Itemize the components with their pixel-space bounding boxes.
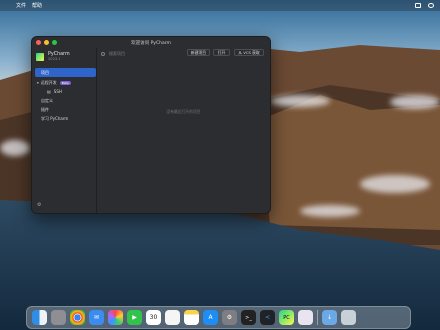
zoom-window-button[interactable] xyxy=(52,40,57,45)
menu-help[interactable]: 帮助 xyxy=(32,2,42,9)
window-titlebar[interactable]: 欢迎访问 PyCharm xyxy=(32,37,270,48)
vscode-icon[interactable]: ≺ xyxy=(260,310,275,325)
main-panel: 搜索项目 新建项目 打开 从 VCS 获取 没有最近打开的项目 xyxy=(97,48,270,213)
close-window-button[interactable] xyxy=(36,40,41,45)
trash-icon[interactable] xyxy=(341,310,356,325)
terminal-icon[interactable]: >_ xyxy=(241,310,256,325)
control-center-icon[interactable] xyxy=(415,3,421,8)
pycharm-logo-icon xyxy=(36,52,44,61)
mail-icon[interactable]: ✉ xyxy=(89,310,104,325)
nav-projects[interactable]: 项目 xyxy=(35,68,96,77)
system-preferences-icon[interactable]: ⚙ xyxy=(222,310,237,325)
preview-icon[interactable] xyxy=(298,310,313,325)
downloads-icon[interactable]: ↓ xyxy=(322,310,337,325)
pycharm-icon[interactable]: PC xyxy=(279,310,294,325)
notes-icon[interactable] xyxy=(184,310,199,325)
siri-icon[interactable] xyxy=(428,3,434,8)
gear-icon[interactable]: ⚙ xyxy=(37,202,41,208)
menu-bar: 文件 帮助 xyxy=(0,0,440,11)
search-icon xyxy=(101,51,105,56)
calendar-day: 30 xyxy=(149,314,158,321)
product-version: 2023.1 xyxy=(48,57,61,61)
window-title: 欢迎访问 PyCharm xyxy=(131,40,171,46)
reminders-icon[interactable] xyxy=(165,310,180,325)
facetime-icon[interactable]: ▶ xyxy=(127,310,142,325)
beta-badge: Beta xyxy=(59,80,71,85)
chrome-icon[interactable] xyxy=(70,310,85,325)
nav-ssh-label: SSH xyxy=(53,89,62,94)
nav-projects-label: 项目 xyxy=(41,69,49,75)
dock-separator xyxy=(317,310,318,325)
ssh-icon: ▤ xyxy=(47,89,51,94)
nav-plugins[interactable]: 插件 xyxy=(35,105,96,114)
new-project-button[interactable]: 新建项目 xyxy=(187,49,210,56)
search-placeholder: 搜索项目 xyxy=(109,50,125,56)
launchpad-icon[interactable] xyxy=(51,310,66,325)
pycharm-welcome-window: 欢迎访问 PyCharm PyCharm 2023.1 项目 ▾ 远程开发 Be… xyxy=(31,36,271,214)
photos-icon[interactable] xyxy=(108,310,123,325)
nav-ssh[interactable]: ▤ SSH xyxy=(35,87,96,96)
nav-customize[interactable]: 自定义 xyxy=(35,96,96,105)
get-from-vcs-button[interactable]: 从 VCS 获取 xyxy=(234,49,264,56)
search-input[interactable]: 搜索项目 xyxy=(101,49,181,58)
calendar-icon[interactable]: 30 xyxy=(146,310,161,325)
sidebar: PyCharm 2023.1 项目 ▾ 远程开发 Beta ▤ SSH 自定义 … xyxy=(32,48,97,213)
nav-plugins-label: 插件 xyxy=(41,106,49,112)
dock: ✉ ▶ 30 A ⚙ >_ ≺ PC ↓ xyxy=(26,306,411,329)
menu-file[interactable]: 文件 xyxy=(16,2,26,9)
minimize-window-button[interactable] xyxy=(44,40,49,45)
empty-state-text: 没有最近打开的项目 xyxy=(166,109,201,114)
nav-remote-development[interactable]: ▾ 远程开发 Beta xyxy=(35,78,96,87)
chevron-down-icon: ▾ xyxy=(37,80,39,85)
nav-learn[interactable]: 学习 PyCharm xyxy=(35,114,96,123)
finder-icon[interactable] xyxy=(32,310,47,325)
nav-learn-label: 学习 PyCharm xyxy=(41,115,69,121)
brand: PyCharm 2023.1 xyxy=(36,52,70,61)
open-button[interactable]: 打开 xyxy=(213,49,230,56)
nav-customize-label: 自定义 xyxy=(41,97,53,103)
nav-remote-label: 远程开发 xyxy=(40,79,57,85)
app-store-icon[interactable]: A xyxy=(203,310,218,325)
